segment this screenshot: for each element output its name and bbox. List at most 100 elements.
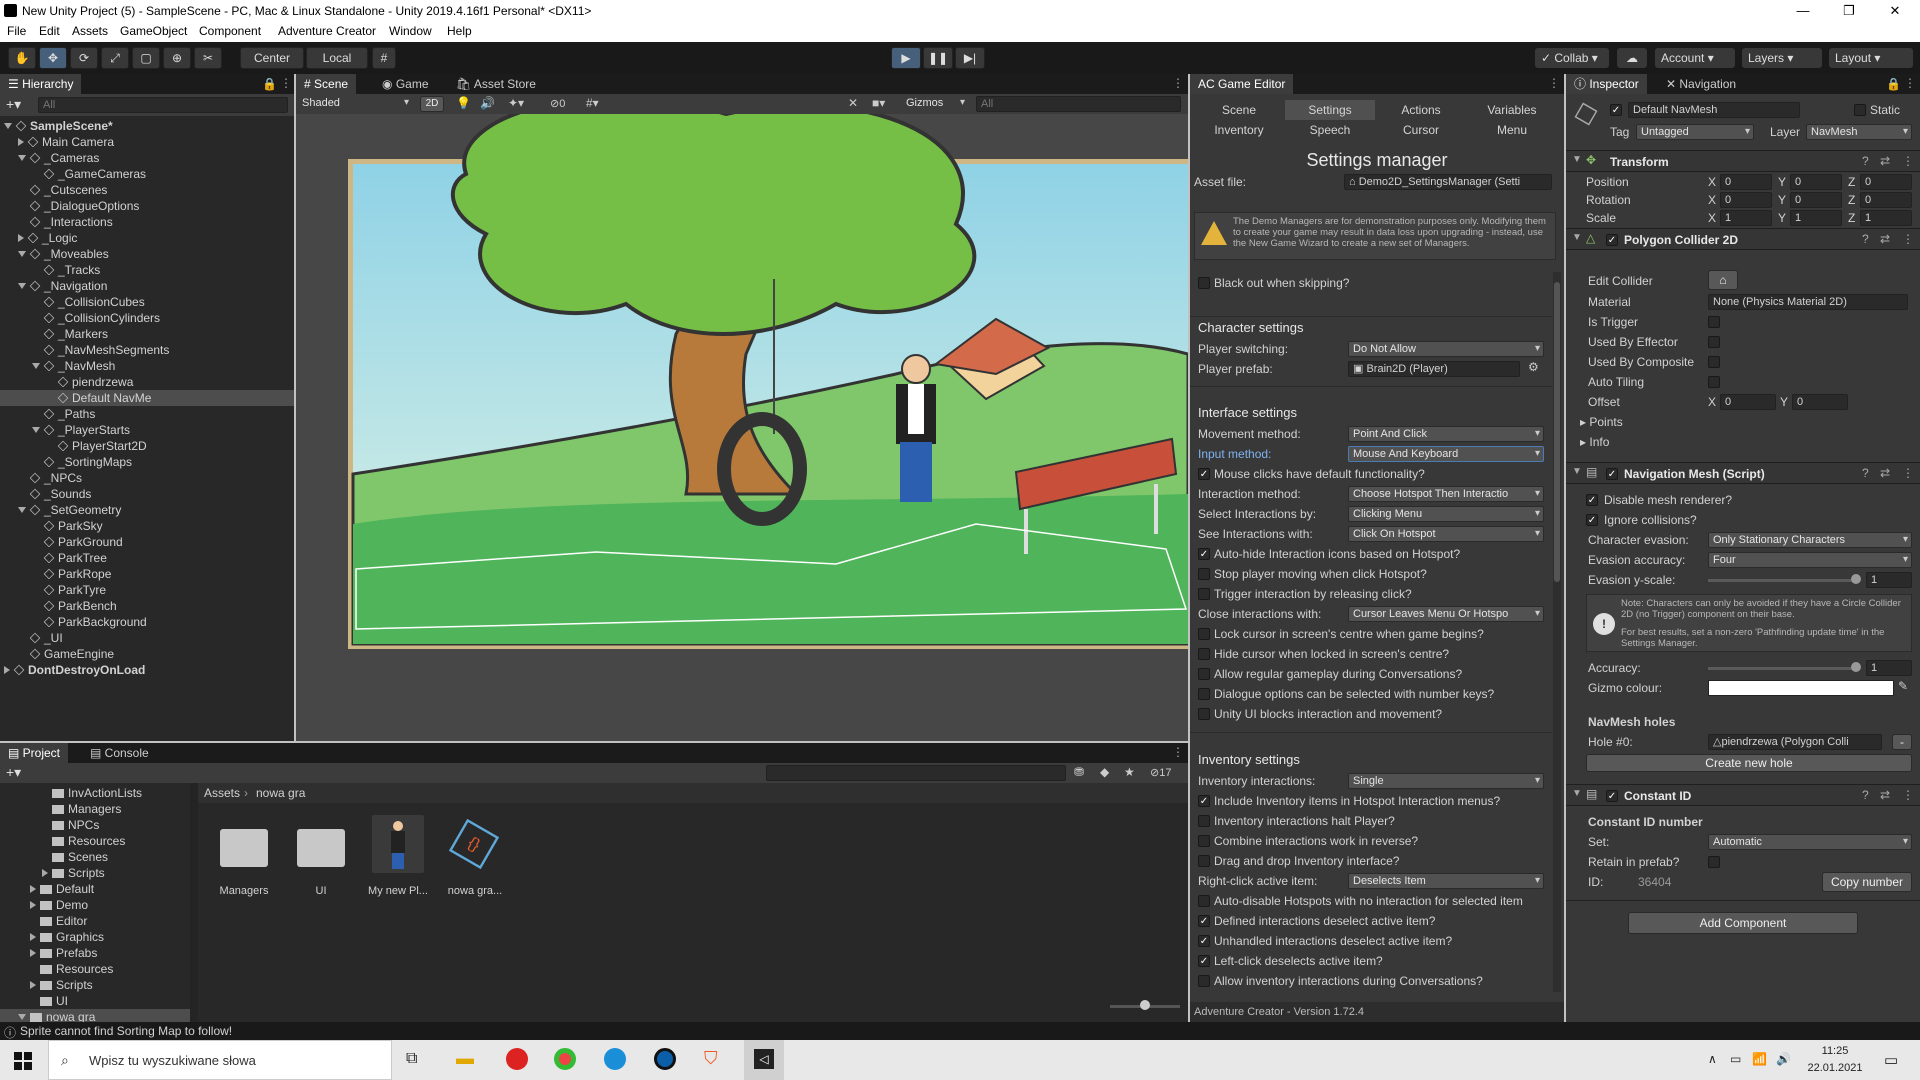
project-folder-item[interactable]: Default (0, 881, 190, 897)
hierarchy-item[interactable]: Main Camera (0, 134, 294, 150)
option-checkbox[interactable] (1198, 975, 1210, 987)
hierarchy-item[interactable]: ParkTree (0, 550, 294, 566)
static-checkbox[interactable] (1854, 104, 1866, 116)
fold-closed-icon[interactable] (18, 138, 24, 146)
hierarchy-search-input[interactable] (38, 97, 288, 113)
create-plus-icon[interactable]: +▾ (6, 96, 21, 113)
hierarchy-item[interactable]: piendrzewa (0, 374, 294, 390)
option-checkbox[interactable]: ✓ (1198, 795, 1210, 807)
breadcrumb-nowa-gra[interactable]: nowa gra (256, 786, 305, 800)
task-view-icon[interactable]: ⧉ (406, 1050, 417, 1068)
hierarchy-item[interactable]: _Cutscenes (0, 182, 294, 198)
asset-item[interactable]: Managers (210, 815, 278, 905)
hierarchy-item[interactable]: _PlayerStarts (0, 422, 294, 438)
notifications-icon[interactable]: ▭ (1884, 1051, 1898, 1069)
active-checkbox[interactable]: ✓ (1610, 104, 1622, 116)
fold-closed-icon[interactable] (30, 933, 36, 941)
option-checkbox[interactable] (1198, 835, 1210, 847)
ac-scrollbar-thumb[interactable] (1554, 282, 1560, 582)
mouse-default-checkbox[interactable]: ✓ (1198, 468, 1210, 480)
hierarchy-item[interactable]: ParkGround (0, 534, 294, 550)
hierarchy-item[interactable]: DontDestroyOnLoad (0, 662, 294, 678)
fold-open-icon[interactable] (18, 155, 26, 161)
gizmo-colour-swatch[interactable] (1708, 680, 1894, 696)
hierarchy-item[interactable]: _SortingMaps (0, 454, 294, 470)
fold-closed-icon[interactable] (30, 949, 36, 957)
preset-icon[interactable]: ⇄ (1880, 154, 1890, 168)
fold-arrow-icon[interactable]: ▼ (1572, 788, 1582, 799)
option-checkbox[interactable]: ✓ (1198, 915, 1210, 927)
custom-tool-icon[interactable]: ✂ (194, 47, 222, 69)
hierarchy-item[interactable]: _GameCameras (0, 166, 294, 182)
layers-dropdown[interactable]: Layers ▾ (1742, 48, 1822, 68)
tab-ac-game-editor[interactable]: AC Game Editor (1190, 74, 1294, 94)
accuracy-thumb[interactable] (1851, 662, 1861, 672)
fold-open-icon[interactable] (18, 283, 26, 289)
scene-viewport[interactable] (296, 114, 1188, 741)
disable-renderer-checkbox[interactable]: ✓ (1586, 494, 1598, 506)
edit-collider-button[interactable]: ⌂ (1708, 270, 1738, 290)
project-folder-item[interactable]: Scripts (0, 865, 190, 881)
player-prefab-field[interactable]: ▣ Brain2D (Player) (1348, 361, 1520, 377)
option-checkbox[interactable]: ✓ (1198, 955, 1210, 967)
project-folder-item[interactable]: Demo (0, 897, 190, 913)
network-icon[interactable]: 📶 (1752, 1052, 1767, 1066)
collab-dropdown[interactable]: ✓ Collab ▾ (1535, 48, 1609, 68)
hierarchy-item[interactable]: _Interactions (0, 214, 294, 230)
tray-arrow-icon[interactable]: ∧ (1708, 1052, 1717, 1066)
tab-hierarchy[interactable]: ☰ Hierarchy (0, 74, 82, 94)
grid-icon[interactable]: #▾ (586, 96, 599, 110)
menu-help[interactable]: Help (447, 24, 472, 38)
help-icon[interactable]: ? (1862, 154, 1869, 168)
preset-icon[interactable]: ⇄ (1880, 466, 1890, 480)
hierarchy-item[interactable]: ParkBench (0, 598, 294, 614)
menu-adventure-creator[interactable]: Adventure Creator (278, 24, 376, 38)
project-folder-item[interactable]: Graphics (0, 929, 190, 945)
ac-scrollbar[interactable] (1553, 272, 1561, 992)
component-menu-icon[interactable]: ⋮ (1902, 154, 1914, 168)
hierarchy-item[interactable]: Default NavMe (0, 390, 294, 406)
account-dropdown[interactable]: Account ▾ (1655, 48, 1735, 68)
hierarchy-item[interactable]: ParkRope (0, 566, 294, 582)
tab-inspector[interactable]: ⓘ Inspector (1566, 74, 1647, 94)
ac-tab-actions[interactable]: Actions (1376, 100, 1466, 120)
tab-console[interactable]: ▤ Console (82, 743, 157, 763)
audio-icon[interactable]: 🔊 (480, 96, 495, 110)
brave-icon[interactable]: ⛉ (704, 1048, 718, 1069)
tab-asset-store[interactable]: 🛍 Asset Store (448, 74, 544, 94)
gear-icon[interactable]: ⚙ (1528, 360, 1539, 374)
hierarchy-item[interactable]: _DialogueOptions (0, 198, 294, 214)
project-folder-item[interactable]: Resources (0, 833, 190, 849)
windows-start-icon[interactable] (14, 1052, 32, 1070)
hidden-objects-counter[interactable]: ⊘0 (550, 97, 565, 110)
filter-label-icon[interactable]: ◆ (1100, 765, 1109, 779)
hand-tool-icon[interactable]: ✋ (8, 47, 36, 69)
menu-component[interactable]: Component (199, 24, 261, 38)
transform-z-field[interactable]: 0 (1860, 174, 1912, 190)
fold-closed-icon[interactable] (4, 666, 10, 674)
hierarchy-item[interactable]: _Paths (0, 406, 294, 422)
project-folder-item[interactable]: Prefabs (0, 945, 190, 961)
fold-arrow-icon[interactable]: ▼ (1572, 466, 1582, 477)
copy-number-button[interactable]: Copy number (1822, 872, 1912, 892)
preset-icon[interactable]: ⇄ (1880, 232, 1890, 246)
option-checkbox[interactable] (1198, 668, 1210, 680)
ac-menu-icon[interactable]: ⋮ (1548, 76, 1560, 90)
hierarchy-item[interactable]: _NPCs (0, 470, 294, 486)
effects-icon[interactable]: ✦▾ (508, 96, 524, 110)
scale-tool-icon[interactable]: ⤢ (101, 47, 129, 69)
zoom-slider-thumb[interactable] (1140, 1000, 1150, 1010)
transform-header[interactable]: ▼ ✥ Transform ? ⇄ ⋮ (1566, 150, 1920, 172)
hierarchy-item[interactable]: _NavMesh (0, 358, 294, 374)
project-folder-item[interactable]: Scenes (0, 849, 190, 865)
ignore-collisions-checkbox[interactable]: ✓ (1586, 514, 1598, 526)
option-checkbox[interactable] (1198, 708, 1210, 720)
camera-icon[interactable]: ■▾ (872, 96, 885, 110)
transform-x-field[interactable]: 0 (1720, 192, 1772, 208)
fold-closed-icon[interactable] (30, 901, 36, 909)
cloud-icon[interactable]: ☁ (1617, 48, 1647, 68)
pause-button[interactable]: ❚❚ (923, 47, 953, 69)
chrome-icon[interactable] (554, 1048, 576, 1070)
hierarchy-item[interactable]: _Logic (0, 230, 294, 246)
rect-tool-icon[interactable]: ▢ (132, 47, 160, 69)
